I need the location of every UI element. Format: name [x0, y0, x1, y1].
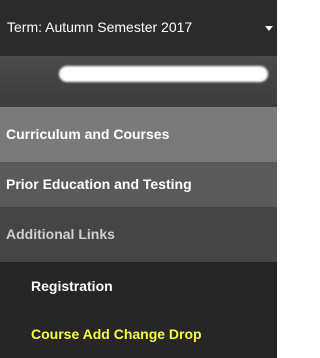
menu-item-registration[interactable]: Registration: [0, 262, 277, 310]
menu-item-label: Additional Links: [6, 226, 115, 242]
redacted-user-name: [59, 66, 268, 82]
menu-item-label: Prior Education and Testing: [6, 176, 192, 192]
menu-item-label: Registration: [31, 278, 113, 294]
menu-item-curriculum-and-courses[interactable]: Curriculum and Courses: [0, 107, 277, 162]
menu-item-course-add-change-drop[interactable]: Course Add Change Drop: [0, 310, 277, 358]
term-selector[interactable]: Term: Autumn Semester 2017: [0, 0, 277, 56]
caret-down-icon: [265, 26, 273, 31]
menu-item-label: Course Add Change Drop: [31, 326, 202, 342]
term-label: Term: Autumn Semester 2017: [7, 19, 193, 35]
menu-item-prior-education-and-testing[interactable]: Prior Education and Testing: [0, 162, 277, 207]
menu-item-label: Curriculum and Courses: [6, 126, 170, 142]
navigation-panel: Term: Autumn Semester 2017 Curriculum an…: [0, 0, 277, 358]
menu-item-additional-links[interactable]: Additional Links: [0, 207, 277, 262]
